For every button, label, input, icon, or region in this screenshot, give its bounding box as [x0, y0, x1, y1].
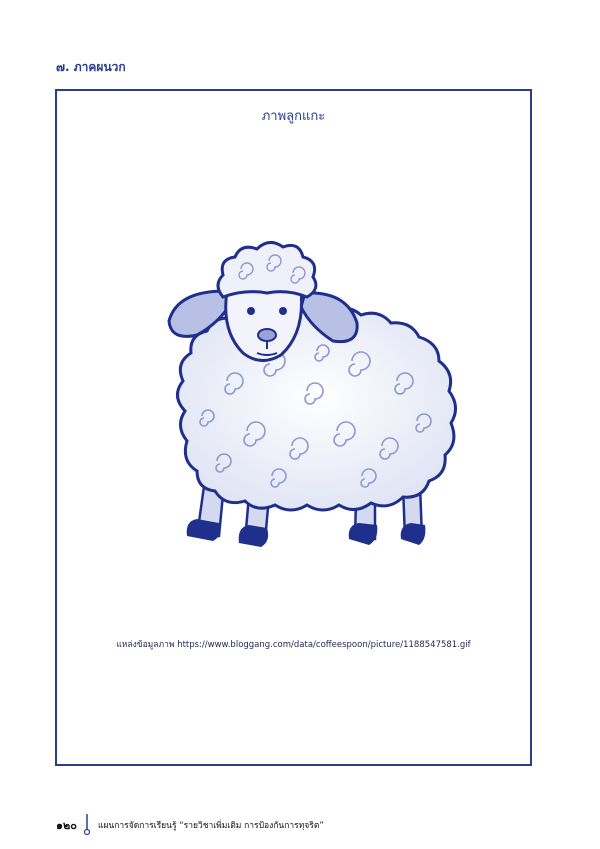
image-source-url[interactable]: https://www.bloggang.com/data/coffeespoo…	[177, 640, 470, 650]
figure-title: ภาพลูกแกะ	[261, 109, 326, 124]
sheep-eye-left	[247, 307, 255, 315]
footer-divider-icon	[83, 814, 91, 836]
page-number: ๑๒๐	[56, 819, 77, 832]
sheep-body	[176, 304, 457, 512]
sheep-nose	[257, 328, 277, 342]
sheep-hooves	[186, 519, 426, 547]
figure-frame: ภาพลูกแกะ แหล่งข้อมูลภาพ https://www.blo…	[55, 89, 532, 766]
image-source-label: แหล่งข้อมูลภาพ	[116, 640, 175, 650]
sheep-illustration	[167, 241, 457, 547]
sheep-eye-right	[279, 307, 287, 315]
section-heading: ๗. ภาคผนวก	[56, 60, 126, 74]
page-footer: ๑๒๐ แผนการจัดการเรียนรู้ “รายวิชาเพิ่มเต…	[56, 814, 324, 836]
sheep-head-wool	[216, 241, 318, 299]
image-source: แหล่งข้อมูลภาพ https://www.bloggang.com/…	[57, 637, 530, 651]
footer-text: แผนการจัดการเรียนรู้ “รายวิชาเพิ่มเติม ก…	[97, 821, 324, 831]
